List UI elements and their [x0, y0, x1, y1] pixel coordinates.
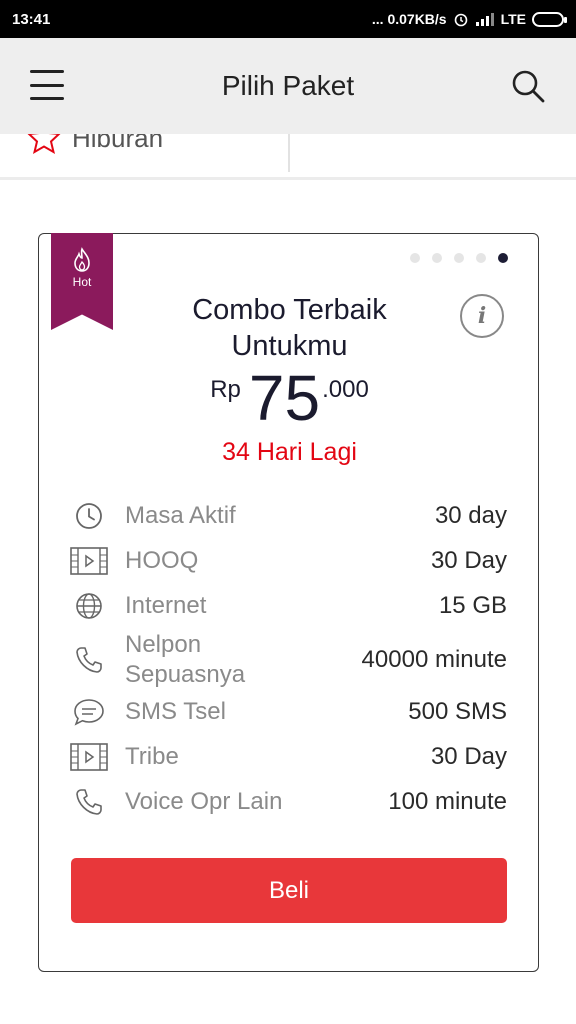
- category-strip: Hiburan: [0, 134, 576, 180]
- detail-label: Nelpon Sepuasnya: [125, 631, 246, 688]
- clock-icon: [69, 496, 109, 536]
- detail-value: 500 SMS: [408, 698, 507, 725]
- phone-icon: [69, 782, 109, 822]
- carousel-dot[interactable]: [476, 253, 486, 263]
- detail-row-voice-opr-lain: Voice Opr Lain 100 minute: [69, 782, 507, 822]
- detail-label: SMS Tsel: [125, 698, 226, 725]
- app-bar: Pilih Paket: [0, 38, 576, 134]
- detail-value: 30 Day: [430, 547, 507, 574]
- network-type: LTE: [500, 11, 526, 27]
- package-price: Rp 75 .000: [39, 366, 540, 430]
- detail-value: 30 day: [434, 502, 507, 529]
- detail-value: 100 minute: [388, 788, 507, 815]
- hamburger-menu-icon[interactable]: [30, 70, 64, 100]
- price-decimal: .000: [322, 376, 369, 403]
- carousel-dot[interactable]: [454, 253, 464, 263]
- network-speed: ... 0.07KB/s: [371, 11, 447, 27]
- detail-label: Tribe: [125, 743, 179, 770]
- star-outline-icon: [27, 134, 61, 155]
- detail-label: Voice Opr Lain: [125, 788, 283, 815]
- carousel-indicator: [410, 253, 508, 263]
- detail-label: Internet: [125, 592, 207, 619]
- detail-row-internet: Internet 15 GB: [69, 586, 507, 626]
- detail-row-sms: SMS Tsel 500 SMS: [69, 692, 507, 732]
- status-bar: 13:41 ... 0.07KB/s LTE: [0, 0, 576, 38]
- status-time: 13:41: [12, 10, 51, 28]
- page-title: Pilih Paket: [221, 70, 355, 101]
- category-tab-hiburan[interactable]: Hiburan: [26, 134, 163, 156]
- globe-icon: [69, 586, 109, 626]
- signal-icon: [475, 13, 494, 26]
- carousel-dot[interactable]: [432, 253, 442, 263]
- price-currency: Rp: [210, 376, 241, 403]
- package-title-line2: Untukmu: [231, 330, 348, 362]
- detail-row-tribe: Tribe 30 Day: [69, 737, 507, 777]
- carousel-dot[interactable]: [410, 253, 420, 263]
- package-card: Hot i Combo Terbaik Untukmu Rp 75 .000 3…: [38, 233, 539, 972]
- detail-value: 15 GB: [438, 592, 507, 619]
- category-divider: [288, 134, 290, 172]
- search-icon[interactable]: [510, 68, 546, 104]
- status-icons: ... 0.07KB/s LTE: [371, 11, 567, 27]
- detail-label: HOOQ: [125, 547, 199, 574]
- phone-icon: [69, 640, 109, 680]
- category-label: Hiburan: [72, 134, 164, 153]
- detail-row-masa-aktif: Masa Aktif 30 day: [69, 496, 507, 536]
- detail-value: 30 Day: [430, 743, 507, 770]
- package-title: Combo Terbaik Untukmu: [39, 292, 540, 364]
- package-title-line1: Combo Terbaik: [192, 294, 387, 326]
- video-film-icon: [69, 737, 109, 777]
- buy-button[interactable]: Beli: [71, 858, 507, 923]
- detail-row-nelpon: Nelpon Sepuasnya 40000 minute: [69, 630, 507, 690]
- chat-bubble-icon: [69, 692, 109, 732]
- price-main: 75: [248, 362, 321, 434]
- video-film-icon: [69, 541, 109, 581]
- flame-icon: [74, 247, 90, 272]
- battery-icon: [532, 11, 567, 27]
- countdown-text: 34 Hari Lagi: [222, 438, 357, 466]
- detail-value: 40000 minute: [361, 646, 507, 673]
- detail-label: Masa Aktif: [125, 502, 236, 529]
- alarm-icon: [454, 13, 467, 27]
- hot-badge-label: Hot: [72, 275, 92, 289]
- detail-row-hooq: HOOQ 30 Day: [69, 541, 507, 581]
- carousel-dot-active[interactable]: [498, 253, 508, 263]
